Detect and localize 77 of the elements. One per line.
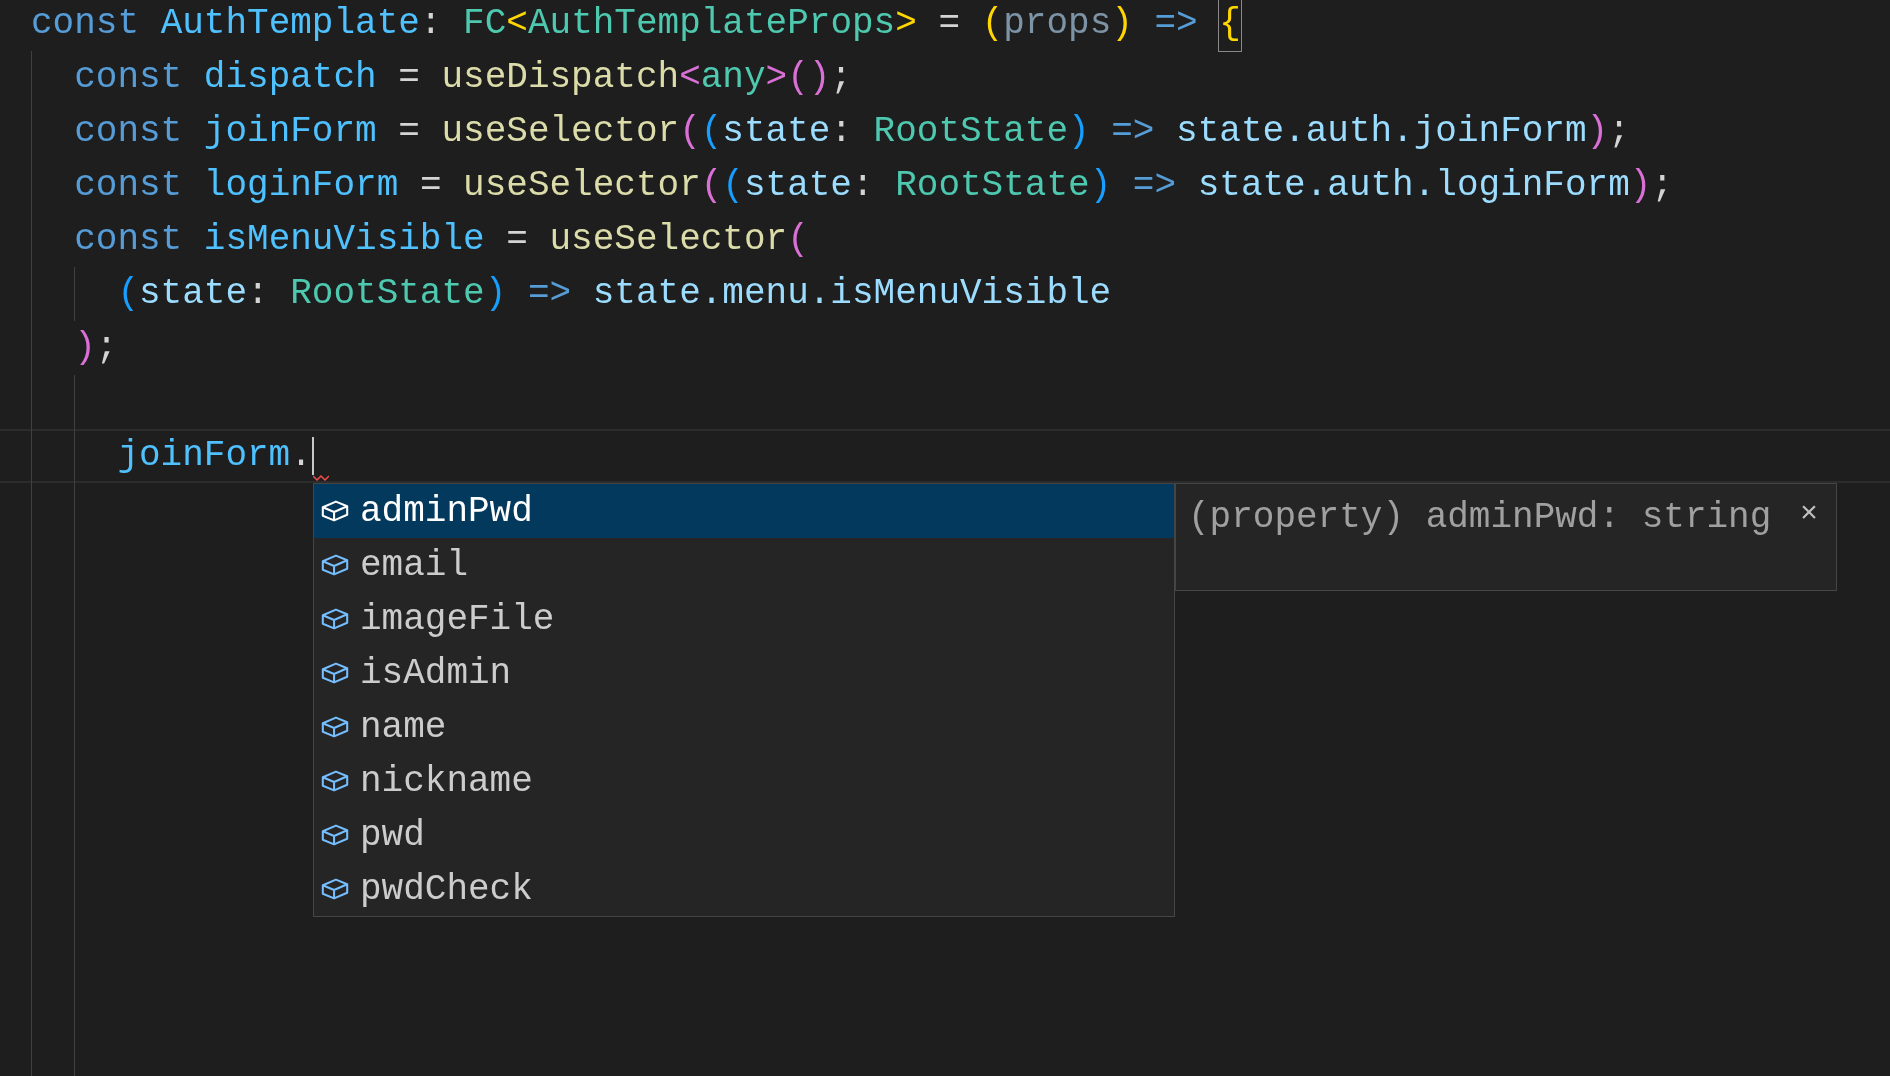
code-token: ): [1586, 110, 1609, 154]
code-token: =: [398, 110, 420, 154]
code-token: FC: [463, 2, 507, 46]
code-token: ): [74, 326, 96, 370]
code-token: ;: [830, 56, 852, 100]
code-token: :: [852, 164, 874, 208]
code-token: =>: [1111, 110, 1155, 154]
code-token: (: [700, 110, 723, 154]
code-token: useSelector: [463, 164, 701, 208]
code-token: (: [117, 272, 139, 316]
code-token: ): [1629, 164, 1652, 208]
code-token: (: [722, 164, 744, 208]
code-token: props: [1003, 2, 1112, 46]
code-token: =>: [1154, 2, 1198, 46]
code-token: =>: [1132, 164, 1177, 208]
suggestion-item[interactable]: pwdCheck: [314, 862, 1174, 916]
code-token: ;: [1651, 164, 1673, 208]
code-token: (: [787, 218, 809, 262]
code-token: =: [419, 164, 442, 208]
code-token: =: [938, 2, 961, 46]
text-cursor: [311, 437, 314, 475]
code-token: (: [700, 164, 723, 208]
code-token: ): [484, 272, 507, 316]
code-token: RootState: [895, 164, 1090, 208]
code-token: (: [981, 2, 1004, 46]
code-token: >: [895, 2, 917, 46]
suggestion-item[interactable]: adminPwd: [314, 484, 1174, 538]
type-signature: (property) adminPwd: string: [1188, 496, 1772, 540]
code-token: <: [679, 56, 701, 100]
code-token: useDispatch: [441, 56, 680, 100]
suggestion-item[interactable]: email: [314, 538, 1174, 592]
code-token: state: [743, 164, 852, 208]
code-token: >(): [765, 56, 831, 100]
code-token: ;: [95, 326, 118, 370]
code-token: .: [290, 434, 312, 478]
code-token: const: [74, 164, 183, 208]
suggestion-item[interactable]: imageFile: [314, 592, 1174, 646]
code-token: {: [1219, 0, 1241, 51]
code-token: :: [830, 110, 852, 154]
code-token: ): [1111, 2, 1133, 46]
code-token: :: [247, 272, 269, 316]
code-token: loginForm: [203, 164, 399, 208]
code-token: state: [139, 272, 247, 316]
code-token: any: [700, 56, 766, 100]
code-token: state.auth.joinForm: [1176, 110, 1587, 154]
code-token: state.auth.loginForm: [1197, 164, 1630, 208]
code-token: ): [1068, 110, 1090, 154]
code-token: useSelector: [549, 218, 788, 262]
code-token: =: [506, 218, 528, 262]
code-token: RootState: [290, 272, 485, 316]
code-token: dispatch: [203, 56, 377, 100]
code-token: :: [419, 2, 442, 46]
code-token: state.menu.isMenuVisible: [592, 272, 1112, 316]
suggestion-item[interactable]: pwd: [314, 808, 1174, 862]
code-token: ): [1089, 164, 1112, 208]
code-token: (: [679, 110, 701, 154]
code-token: const: [74, 110, 183, 154]
code-token: const: [74, 218, 183, 262]
code-token: state: [722, 110, 831, 154]
error-squiggle: [312, 475, 329, 481]
code-token: ;: [1608, 110, 1630, 154]
code-token: =: [398, 56, 420, 100]
code-token: isMenuVisible: [203, 218, 485, 262]
suggestion-item[interactable]: name: [314, 700, 1174, 754]
code-token: =>: [527, 272, 572, 316]
suggestion-item[interactable]: nickname: [314, 754, 1174, 808]
close-button[interactable]: ×: [1794, 494, 1824, 534]
code-token: AuthTemplate: [160, 2, 420, 46]
code-token: joinForm: [203, 110, 377, 154]
code-token: joinForm: [117, 434, 291, 478]
code-token: AuthTemplateProps: [527, 2, 896, 46]
code-token: const: [31, 2, 140, 46]
code-token: RootState: [873, 110, 1069, 154]
code-token: useSelector: [441, 110, 680, 154]
code-token: <: [506, 2, 528, 46]
suggestion-item[interactable]: isAdmin: [314, 646, 1174, 700]
code-token: const: [74, 56, 183, 100]
